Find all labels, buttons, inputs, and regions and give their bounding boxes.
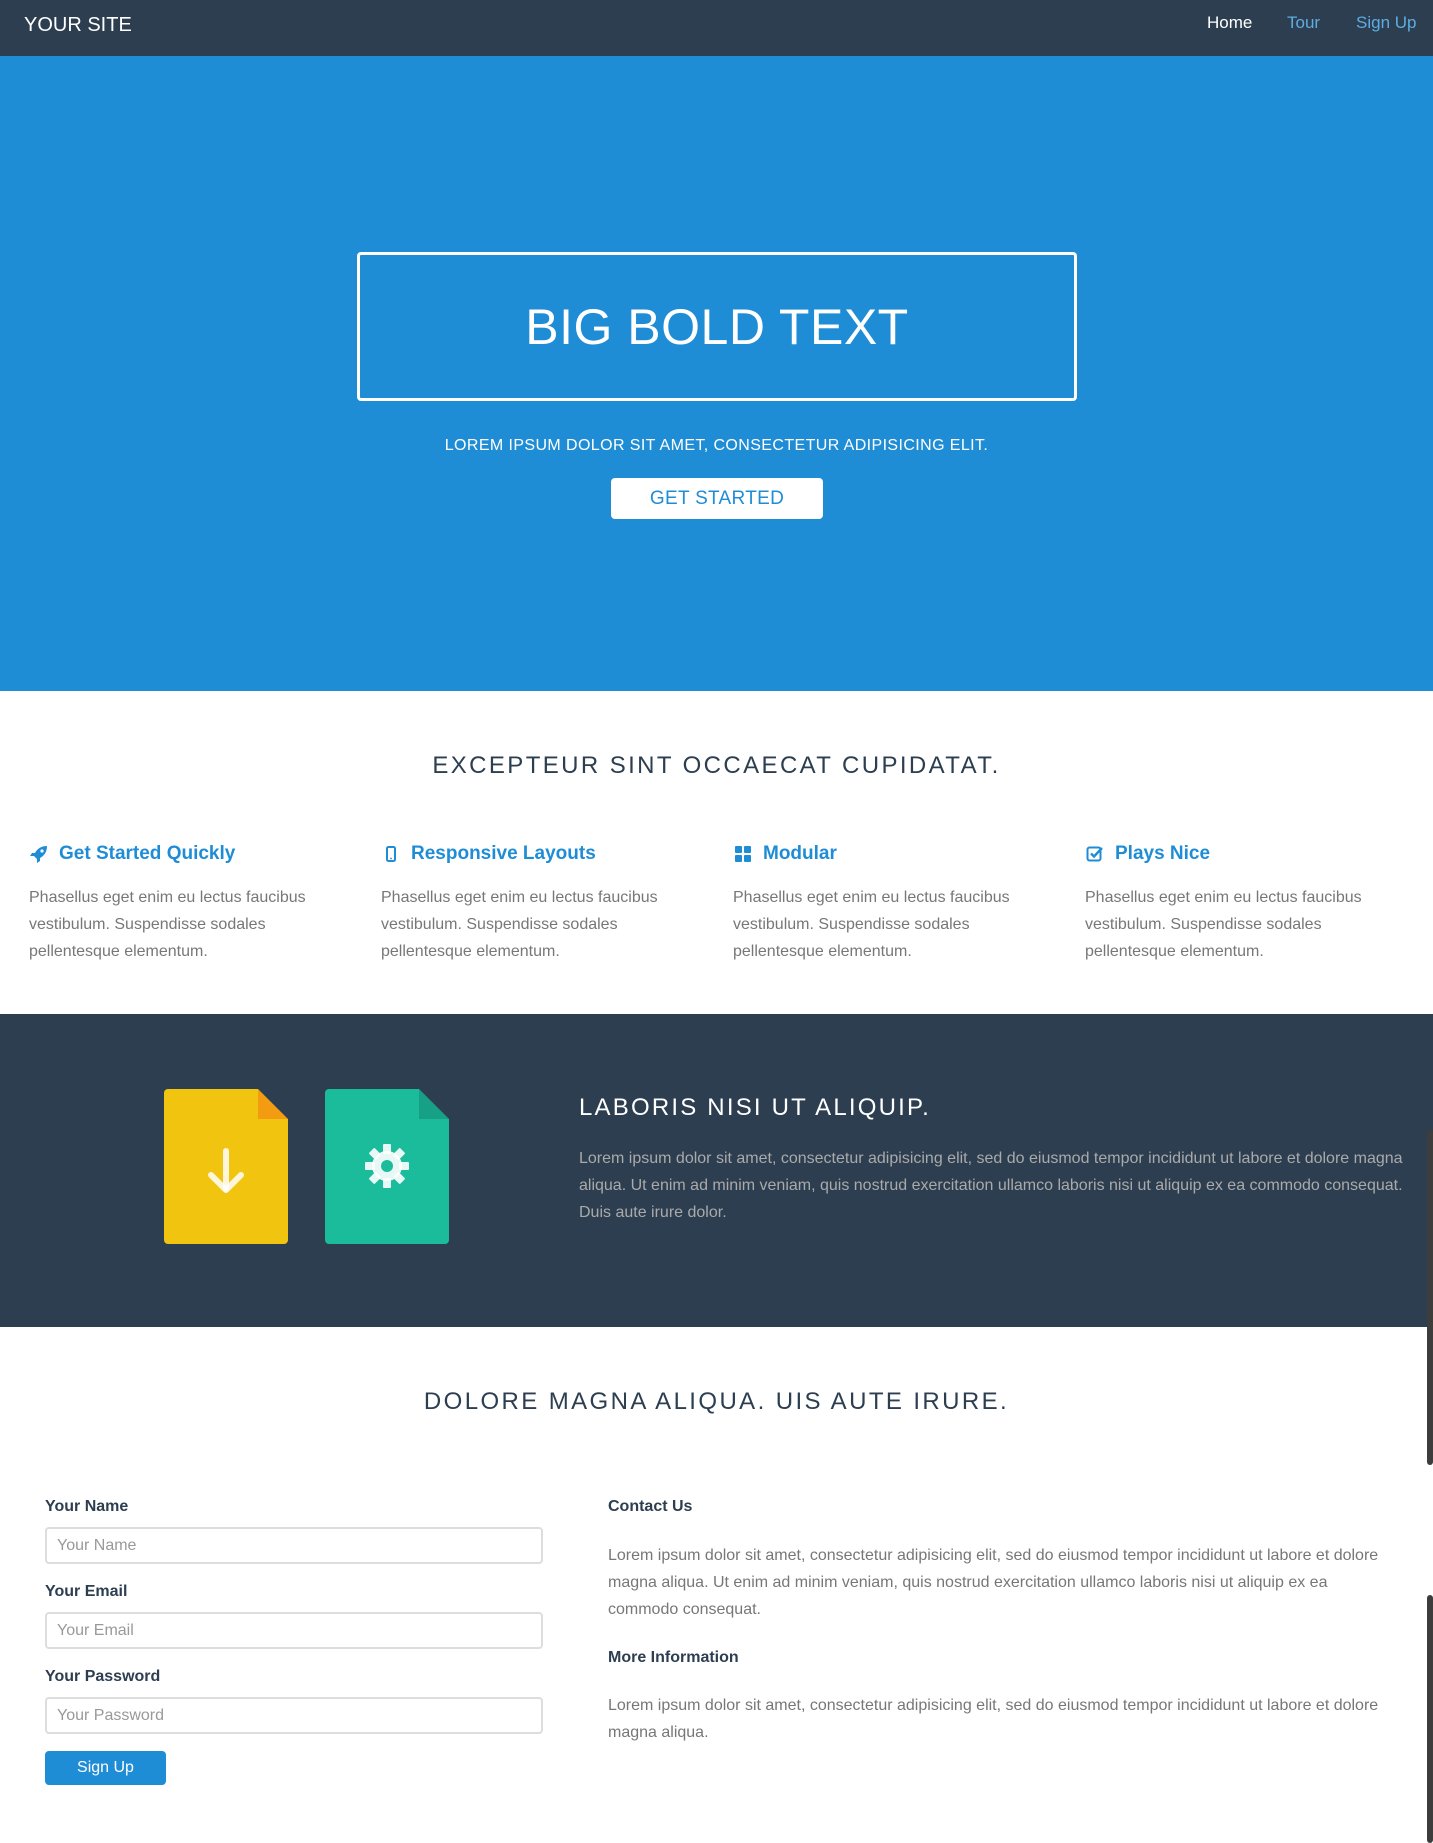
email-field[interactable] bbox=[45, 1612, 543, 1649]
more-info-heading: More Information bbox=[608, 1649, 739, 1666]
contact-section-heading: DOLORE MAGNA ALIQUA. UIS AUTE IRURE. bbox=[423, 1388, 1010, 1415]
download-file-icon bbox=[164, 1089, 288, 1244]
password-field[interactable] bbox=[45, 1697, 543, 1734]
features-heading: EXCEPTEUR SINT OCCAECAT CUPIDATAT. bbox=[432, 752, 1001, 779]
feature-title: Get Started Quickly bbox=[59, 843, 236, 864]
hero-title-box: BIG BOLD TEXT bbox=[357, 252, 1077, 401]
feature-text: Phasellus eget enim eu lectus faucibus v… bbox=[381, 889, 658, 960]
promo-text: Lorem ipsum dolor sit amet, consectetur … bbox=[579, 1150, 1403, 1221]
settings-file-icon bbox=[325, 1089, 449, 1244]
nav-link-sign-up[interactable]: Sign Up bbox=[1356, 13, 1416, 33]
feature-title: Responsive Layouts bbox=[411, 843, 596, 864]
rocket-icon bbox=[29, 844, 49, 864]
contact-us-text: Lorem ipsum dolor sit amet, consectetur … bbox=[608, 1547, 1379, 1618]
get-started-button[interactable]: GET STARTED bbox=[611, 478, 823, 519]
hero-subtitle: LOREM IPSUM DOLOR SIT AMET, CONSECTETUR … bbox=[444, 437, 989, 454]
feature-get-started: Get Started Quickly Phasellus eget enim … bbox=[29, 840, 329, 965]
nav-link-home[interactable]: Home bbox=[1207, 13, 1252, 33]
site-brand[interactable]: YOUR SITE bbox=[24, 14, 132, 37]
navbar: YOUR SITE Home Tour Sign Up bbox=[0, 0, 1433, 56]
grid-icon bbox=[733, 844, 753, 864]
contact-us-heading: Contact Us bbox=[608, 1498, 693, 1515]
hero-section: BIG BOLD TEXT LOREM IPSUM DOLOR SIT AMET… bbox=[0, 56, 1433, 691]
scrollbar-thumb-lower[interactable] bbox=[1427, 1595, 1433, 1843]
name-field[interactable] bbox=[45, 1527, 543, 1564]
feature-title: Modular bbox=[763, 843, 837, 864]
feature-modular: Modular Phasellus eget enim eu lectus fa… bbox=[733, 840, 1033, 965]
promo-heading: LABORIS NISI UT ALIQUIP. bbox=[579, 1094, 932, 1121]
name-label: Your Name bbox=[45, 1498, 129, 1515]
check-square-icon bbox=[1085, 844, 1105, 864]
mobile-icon bbox=[381, 844, 401, 864]
password-label: Your Password bbox=[45, 1668, 161, 1685]
feature-text: Phasellus eget enim eu lectus faucibus v… bbox=[1085, 889, 1362, 960]
feature-title: Plays Nice bbox=[1115, 843, 1211, 864]
feature-text: Phasellus eget enim eu lectus faucibus v… bbox=[29, 889, 306, 960]
more-info-text: Lorem ipsum dolor sit amet, consectetur … bbox=[608, 1697, 1379, 1741]
email-label: Your Email bbox=[45, 1583, 128, 1600]
promo-section: LABORIS NISI UT ALIQUIP. Lorem ipsum dol… bbox=[0, 1014, 1433, 1327]
hero-title: BIG BOLD TEXT bbox=[525, 298, 909, 355]
scrollbar-thumb[interactable] bbox=[1427, 1130, 1433, 1465]
feature-plays-nice: Plays Nice Phasellus eget enim eu lectus… bbox=[1085, 840, 1385, 965]
feature-text: Phasellus eget enim eu lectus faucibus v… bbox=[733, 889, 1010, 960]
feature-responsive: Responsive Layouts Phasellus eget enim e… bbox=[381, 840, 681, 965]
nav-link-tour[interactable]: Tour bbox=[1287, 13, 1320, 33]
sign-up-button[interactable]: Sign Up bbox=[45, 1751, 166, 1785]
